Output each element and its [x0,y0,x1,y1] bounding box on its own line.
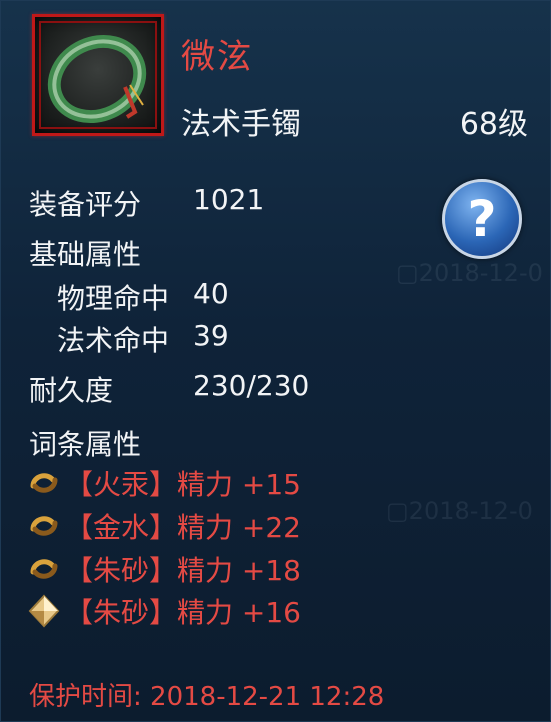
affix-text: 【火汞】精力 +15 [65,468,301,501]
affix-text: 【金水】精力 +22 [65,511,301,544]
item-icon-frame[interactable] [32,14,164,136]
score-label: 装备评分 [29,188,142,221]
score-value: 1021 [193,183,265,216]
durability-value: 230/230 [193,369,310,402]
background-ghost-text: ▢2018-12-0 [396,259,543,287]
item-tooltip-panel: ▢2018-12-0 ▢2018-12-0 微泫 法术手镯 68级 装备评分 1… [0,0,551,722]
base-attr-header: 基础属性 [29,238,142,271]
affix-row: 【金水】精力 +22 [27,506,301,546]
affix-text: 【朱砂】精力 +18 [65,554,301,587]
background-ghost-text: ▢2018-12-0 [386,497,533,525]
question-icon: ? [467,190,497,248]
magic-hit-label: 法术命中 [57,324,170,357]
phys-hit-value: 40 [193,277,229,310]
swirl-icon [30,559,58,579]
affix-row: 【朱砂】精力 +16 [27,591,301,631]
bangle-icon [47,34,147,124]
protect-time: 保护时间: 2018-12-21 12:28 [29,682,385,712]
phys-hit-label: 物理命中 [57,282,170,315]
item-level: 68级 [459,107,528,142]
help-button[interactable]: ? [442,179,522,259]
affix-row: 【火汞】精力 +15 [27,463,301,503]
swirl-icon [30,473,58,493]
diamond-icon [28,594,60,628]
affix-attr-header: 词条属性 [29,428,142,461]
item-type: 法术手镯 [181,107,301,142]
durability-label: 耐久度 [29,374,114,407]
affix-text: 【朱砂】精力 +16 [65,596,301,629]
affix-row: 【朱砂】精力 +18 [27,549,301,589]
magic-hit-value: 39 [193,319,229,352]
swirl-icon [30,516,58,536]
item-name: 微泫 [181,37,253,77]
